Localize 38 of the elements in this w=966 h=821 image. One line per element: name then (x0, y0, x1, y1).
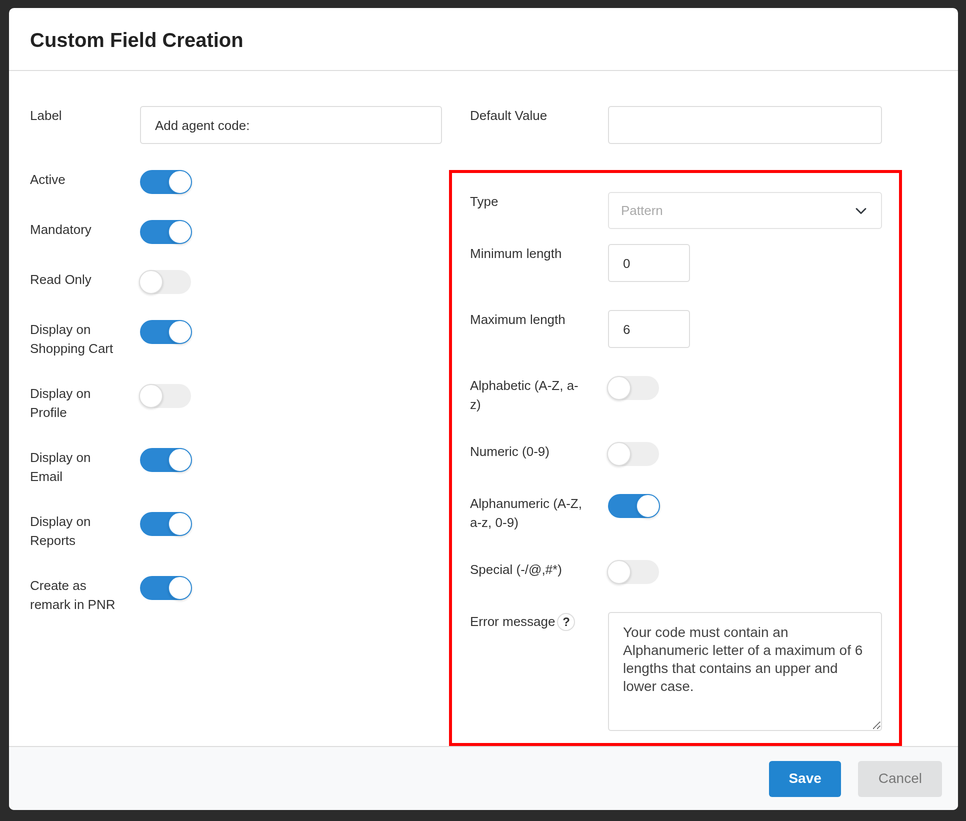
toggle-switch[interactable] (140, 170, 191, 194)
toggle-switch[interactable] (140, 512, 191, 536)
field-label: Numeric (0-9) (470, 443, 550, 461)
error-message-field[interactable]: Your code must contain an Alphanumeric letter of a maximum of 6 lengths that contains an upper and lower case. (608, 612, 882, 731)
field-label: Display on Reports (30, 513, 92, 550)
help-icon[interactable]: ? (557, 613, 576, 631)
field-label: Active (30, 171, 66, 189)
dialog-title: Custom Field Creation (30, 28, 244, 53)
toggle-switch[interactable] (608, 442, 659, 466)
number-input[interactable]: 0 (608, 244, 690, 282)
field-label: Maximum length (470, 311, 566, 329)
save-button[interactable]: Save (768, 760, 842, 796)
field-label: Label (30, 107, 63, 125)
field-label: Display on Email (30, 449, 92, 486)
toggle-switch[interactable] (140, 384, 191, 408)
field-label: Special (-/@,#*) (470, 561, 563, 579)
text-input[interactable]: Add agent code: (140, 106, 442, 144)
field-label: Create as remark in PNR (30, 577, 116, 614)
number-input[interactable]: 6 (608, 310, 690, 348)
toggle-switch[interactable] (140, 576, 191, 600)
field-label: Alphanumeric (A-Z, a-z, 0-9) (470, 495, 583, 532)
toggle-switch[interactable] (140, 320, 191, 344)
field-label: Display on Profile (30, 385, 92, 422)
field-label: Alphabetic (A-Z, a-z) (470, 377, 580, 414)
field-label: Type (470, 193, 500, 211)
field-label: Default Value (470, 107, 548, 125)
text-input[interactable] (608, 106, 882, 144)
field-label: Read Only (30, 271, 92, 289)
toggle-switch[interactable] (608, 376, 659, 400)
toggle-switch[interactable] (608, 560, 659, 584)
field-label: Display on Shopping Cart (30, 321, 114, 358)
toggle-switch[interactable] (140, 220, 191, 244)
field-label: Error message (470, 613, 556, 631)
toggle-switch[interactable] (140, 270, 191, 294)
toggle-switch[interactable] (608, 494, 659, 518)
toggle-switch[interactable] (140, 448, 191, 472)
field-label: Mandatory (30, 221, 92, 239)
field-label: Minimum length (470, 245, 563, 263)
